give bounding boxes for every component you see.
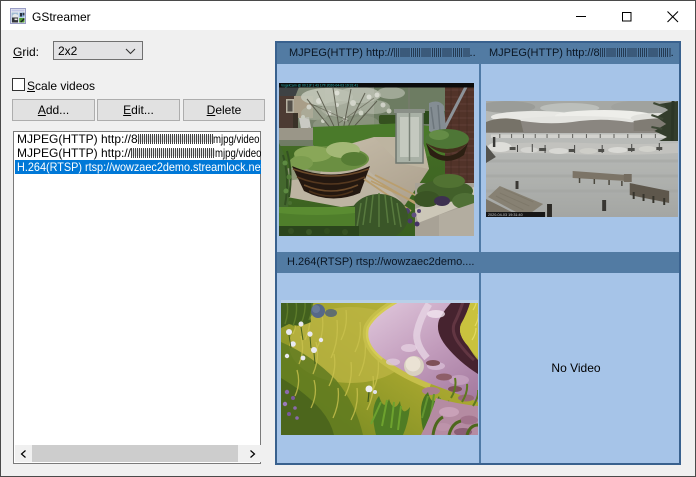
svg-text:2020-04-03 19:31:40: 2020-04-03 19:31:40 — [488, 213, 523, 217]
svg-text:VogelCam @ 00:13f 1 43 17fr 20: VogelCam @ 00:13f 1 43 17fr 2020-04-03 1… — [281, 84, 358, 88]
